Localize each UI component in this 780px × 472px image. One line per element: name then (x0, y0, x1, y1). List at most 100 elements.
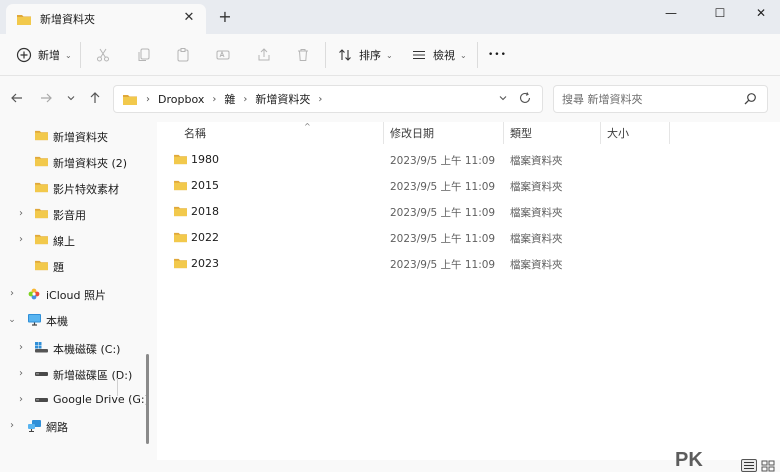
sort-ascending-icon: ^ (304, 122, 311, 131)
folder-icon (174, 154, 187, 165)
nav-item-drive-d[interactable]: › 新增磁碟區 (D:) (0, 362, 150, 386)
nav-item-media[interactable]: › 影音用 (0, 202, 150, 226)
address-row: › Dropbox › 雜 › 新增資料夾 › (0, 76, 780, 122)
watermark-logo: PK (675, 449, 703, 471)
breadcrumb-dropbox[interactable]: Dropbox › (158, 93, 216, 106)
copy-button[interactable] (136, 43, 152, 67)
back-button[interactable] (9, 90, 25, 106)
monitor-icon (28, 314, 41, 326)
network-icon (28, 420, 41, 433)
refresh-button[interactable] (518, 91, 532, 109)
chevron-right-icon[interactable]: › (7, 288, 17, 300)
toolbar-divider (80, 42, 81, 68)
search-input[interactable] (562, 92, 737, 106)
chevron-right-icon[interactable]: › (16, 208, 26, 220)
chevron-right-icon[interactable]: › (16, 368, 26, 380)
more-options-button[interactable]: ••• (488, 43, 507, 67)
address-bar[interactable]: › Dropbox › 雜 › 新增資料夾 › (113, 85, 543, 113)
chevron-right-icon[interactable]: › (16, 342, 26, 354)
minimize-button[interactable]: — (648, 0, 694, 26)
tab-new-folder[interactable]: 新增資料夾 ✕ (6, 4, 206, 34)
nav-scrollbar[interactable] (146, 354, 149, 444)
column-divider[interactable] (669, 122, 670, 144)
tab-title: 新增資料夾 (40, 13, 95, 26)
status-bar (0, 460, 780, 472)
table-row[interactable]: 2023 2023/9/5 上午 11:09 檔案資料夾 (167, 252, 767, 276)
nav-item-icloud-photos[interactable]: › iCloud 照片 (0, 282, 150, 306)
recent-locations-button[interactable] (63, 90, 79, 106)
close-window-button[interactable]: ✕ (738, 0, 780, 26)
chevron-right-icon: › (146, 93, 150, 105)
nav-item-label: 題 (53, 261, 64, 274)
nav-item-network[interactable]: › 網路 (0, 414, 150, 438)
nav-item-label: 新增磁碟區 (D:) (53, 369, 133, 382)
breadcrumb-misc[interactable]: 雜 › (224, 91, 247, 107)
chevron-right-icon[interactable]: › (16, 394, 26, 406)
folder-icon (35, 156, 48, 167)
column-header-name[interactable]: ^ 名稱 (184, 122, 311, 145)
column-divider[interactable] (503, 122, 504, 144)
arrow-up-icon (90, 92, 100, 103)
column-divider[interactable] (600, 122, 601, 144)
nav-item-drive-c[interactable]: › 本機磁碟 (C:) (0, 336, 150, 360)
nav-item-new-folder[interactable]: 新增資料夾 (0, 124, 150, 148)
new-button[interactable]: 新增 ⌄ (16, 43, 72, 67)
nav-divider (117, 378, 118, 396)
table-row[interactable]: 2022 2023/9/5 上午 11:09 檔案資料夾 (167, 226, 767, 250)
nav-item-this-pc[interactable]: ⌄ 本機 (0, 308, 150, 332)
table-row[interactable]: 1980 2023/9/5 上午 11:09 檔案資料夾 (167, 148, 767, 172)
address-history-dropdown[interactable] (498, 93, 508, 106)
chevron-right-icon[interactable]: › (16, 234, 26, 246)
sort-button[interactable]: 排序 ⌄ (337, 43, 393, 67)
file-date: 2023/9/5 上午 11:09 (390, 259, 496, 271)
details-view-button[interactable] (741, 459, 757, 472)
chevron-right-icon[interactable]: › (7, 420, 17, 432)
breadcrumb-separator[interactable]: › (146, 94, 150, 105)
nav-item-online[interactable]: › 線上 (0, 228, 150, 252)
navigation-pane: 新增資料夾 新增資料夾 (2) 影片特效素材 › 影音用 › 線上 題 › iC… (0, 122, 157, 460)
maximize-button[interactable]: ☐ (697, 0, 743, 26)
file-type: 檔案資料夾 (510, 207, 563, 219)
nav-item-label: 影片特效素材 (53, 183, 119, 196)
paste-button[interactable] (175, 43, 191, 67)
breadcrumb-new-folder[interactable]: 新增資料夾 › (255, 91, 322, 107)
rename-button[interactable] (215, 43, 231, 67)
title-bar: 新增資料夾 ✕ + — ☐ ✕ (0, 0, 780, 34)
up-button[interactable] (87, 90, 103, 106)
nav-item-label: 新增資料夾 (53, 131, 108, 144)
column-header-modified[interactable]: 修改日期 (390, 125, 434, 145)
chevron-down-icon: ⌄ (386, 50, 393, 60)
folder-icon (35, 182, 48, 193)
table-row[interactable]: 2018 2023/9/5 上午 11:09 檔案資料夾 (167, 200, 767, 224)
search-box[interactable] (553, 85, 768, 113)
cut-button[interactable] (95, 43, 111, 67)
chevron-down-icon (499, 96, 507, 101)
file-name: 2022 (191, 231, 219, 244)
table-row[interactable]: 2015 2023/9/5 上午 11:09 檔案資料夾 (167, 174, 767, 198)
chevron-down-icon[interactable]: ⌄ (7, 314, 17, 326)
search-icon[interactable] (743, 92, 757, 109)
column-header-size[interactable]: 大小 (607, 125, 629, 145)
file-date: 2023/9/5 上午 11:09 (390, 181, 496, 193)
column-header-type[interactable]: 類型 (510, 125, 532, 145)
column-divider[interactable] (383, 122, 384, 144)
nav-item-drive-g[interactable]: › Google Drive (G:) (0, 388, 150, 412)
folder-icon (174, 180, 187, 191)
nav-item-video-effects[interactable]: 影片特效素材 (0, 176, 150, 200)
new-tab-button[interactable]: + (217, 9, 233, 25)
share-button[interactable] (256, 43, 272, 67)
icloud-photos-icon (28, 288, 40, 300)
forward-button[interactable] (38, 90, 54, 106)
view-button[interactable]: 檢視 ⌄ (411, 43, 467, 67)
nav-item-label: 線上 (53, 235, 75, 248)
tab-close-icon[interactable]: ✕ (182, 11, 196, 25)
sort-icon (339, 49, 351, 61)
nav-item-topic[interactable]: 題 (0, 254, 150, 278)
nav-item-new-folder-2[interactable]: 新增資料夾 (2) (0, 150, 150, 174)
arrow-right-icon (41, 93, 52, 103)
large-icons-view-button[interactable] (761, 460, 775, 472)
sort-button-label: 排序 (359, 49, 381, 62)
list-view-icon (413, 50, 425, 60)
delete-button[interactable] (295, 43, 311, 67)
chevron-down-icon: ⌄ (65, 50, 72, 60)
